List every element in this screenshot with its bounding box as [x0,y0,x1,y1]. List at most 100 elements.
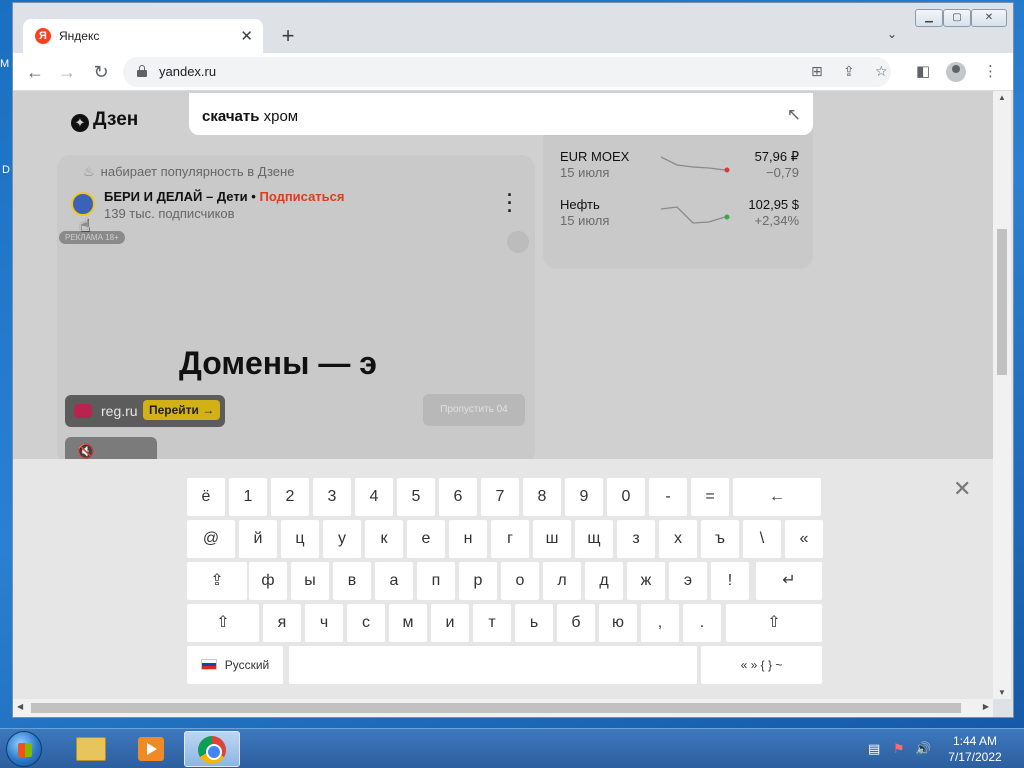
maximize-button[interactable]: ▢ [943,9,971,27]
key-row4-4[interactable]: м [389,604,427,642]
clock-time[interactable]: 1:44 AM [940,734,1010,748]
close-window-button[interactable]: ✕ [971,9,1007,27]
key-row3-7[interactable]: о [501,562,539,600]
key-row4-1[interactable]: я [263,604,301,642]
search-suggest-box[interactable]: скачать хром ↖ [189,93,813,135]
key-4[interactable]: 4 [355,478,393,516]
forward-icon[interactable]: → [55,61,79,83]
network-icon[interactable]: ▤ [868,741,880,757]
key-row3-2[interactable]: ы [291,562,329,600]
clock-date[interactable]: 7/17/2022 [940,750,1010,764]
key-row3-8[interactable]: л [543,562,581,600]
key-11[interactable]: - [649,478,687,516]
dzen-logo[interactable]: ✦ Дзен [71,109,138,132]
enter-key[interactable]: ↵ [756,562,822,600]
channel-name[interactable]: БЕРИ И ДЕЛАЙ – Дети • Подписаться [104,189,344,204]
shift-right-key[interactable]: ⇧ [726,604,822,642]
side-panel-icon[interactable]: ◧ [916,62,930,80]
key-row2-3[interactable]: у [323,520,361,558]
key-row3-3[interactable]: в [333,562,371,600]
new-tab-button[interactable]: + [275,23,301,49]
key-row3-12[interactable]: ! [711,562,749,600]
tab-close-icon[interactable]: ✕ [240,27,253,45]
scroll-down-icon[interactable]: ▼ [998,688,1006,697]
share-icon[interactable]: ⇪ [843,63,855,80]
menu-icon[interactable]: ⋮ [983,62,998,80]
key-row4-6[interactable]: т [473,604,511,642]
key-row2-8[interactable]: ш [533,520,571,558]
key-row3-6[interactable]: р [459,562,497,600]
key-row4-10[interactable]: , [641,604,679,642]
key-row3-5[interactable]: п [417,562,455,600]
key-row2-13[interactable]: \ [743,520,781,558]
key-row4-9[interactable]: ю [599,604,637,642]
taskbar-chrome[interactable] [184,731,240,767]
key-row2-9[interactable]: щ [575,520,613,558]
key-7[interactable]: 7 [481,478,519,516]
key-row4-8[interactable]: б [557,604,595,642]
key-9[interactable]: 9 [565,478,603,516]
key-row2-14[interactable]: « [785,520,823,558]
key-row4-11[interactable]: . [683,604,721,642]
vertical-scrollbar[interactable]: ▲ ▼ [993,91,1011,699]
ad-headline[interactable]: Домены — э [179,345,377,382]
ad-info-icon[interactable] [507,231,529,253]
backspace-key[interactable]: ← [733,478,821,516]
key-row4-3[interactable]: с [347,604,385,642]
key-2[interactable]: 2 [271,478,309,516]
tab-yandex[interactable]: Я Яндекс ✕ [23,19,263,53]
minimize-button[interactable]: ▁ [915,9,943,27]
caps-lock-key[interactable]: ⇪ [187,562,247,600]
back-icon[interactable]: ← [23,61,47,83]
bookmark-star-icon[interactable]: ☆ [875,63,888,80]
key-row3-9[interactable]: д [585,562,623,600]
horizontal-scrollbar[interactable]: ◀ ▶ [13,699,993,717]
language-key[interactable]: Русский [187,646,283,684]
scroll-right-icon[interactable]: ▶ [983,702,989,711]
key-row2-4[interactable]: к [365,520,403,558]
channel-avatar[interactable] [71,192,95,216]
key-8[interactable]: 8 [523,478,561,516]
key-at[interactable]: @ [187,520,235,558]
start-button[interactable] [6,731,42,767]
action-center-icon[interactable]: ⚑ [893,741,905,757]
key-row4-2[interactable]: ч [305,604,343,642]
key-row2-11[interactable]: х [659,520,697,558]
reload-icon[interactable]: ↻ [89,61,113,83]
ad-go-button[interactable]: Перейти → [143,400,221,420]
key-row3-1[interactable]: ф [249,562,287,600]
hscroll-thumb[interactable] [31,703,961,713]
subscribe-link[interactable]: Подписаться [259,189,344,204]
key-row4-5[interactable]: и [431,604,469,642]
key-row2-1[interactable]: й [239,520,277,558]
key-3[interactable]: 3 [313,478,351,516]
key-row2-2[interactable]: ц [281,520,319,558]
key-0[interactable]: ё [187,478,225,516]
key-12[interactable]: = [691,478,729,516]
key-1[interactable]: 1 [229,478,267,516]
key-row2-12[interactable]: ъ [701,520,739,558]
volume-icon[interactable]: 🔊 [915,741,931,757]
shift-left-key[interactable]: ⇧ [187,604,259,642]
key-row2-5[interactable]: е [407,520,445,558]
key-row2-7[interactable]: г [491,520,529,558]
taskbar-explorer[interactable] [62,731,118,767]
key-row3-4[interactable]: а [375,562,413,600]
address-bar[interactable]: yandex.ru ⊞ ⇪ ☆ [123,57,891,87]
taskbar-media-player[interactable] [124,731,180,767]
key-6[interactable]: 6 [439,478,477,516]
key-row2-6[interactable]: н [449,520,487,558]
key-10[interactable]: 0 [607,478,645,516]
scroll-left-icon[interactable]: ◀ [17,702,23,711]
scroll-thumb[interactable] [997,229,1007,375]
key-row4-7[interactable]: ь [515,604,553,642]
ad-skip-button[interactable]: Пропустить 04 [423,394,525,426]
translate-icon[interactable]: ⊞ [811,63,823,80]
fill-query-arrow-icon[interactable]: ↖ [787,105,801,125]
key-5[interactable]: 5 [397,478,435,516]
scroll-up-icon[interactable]: ▲ [998,93,1006,102]
key-row2-10[interactable]: з [617,520,655,558]
key-row3-11[interactable]: э [669,562,707,600]
keyboard-close-icon[interactable]: ✕ [953,478,971,500]
space-key[interactable] [289,646,697,684]
